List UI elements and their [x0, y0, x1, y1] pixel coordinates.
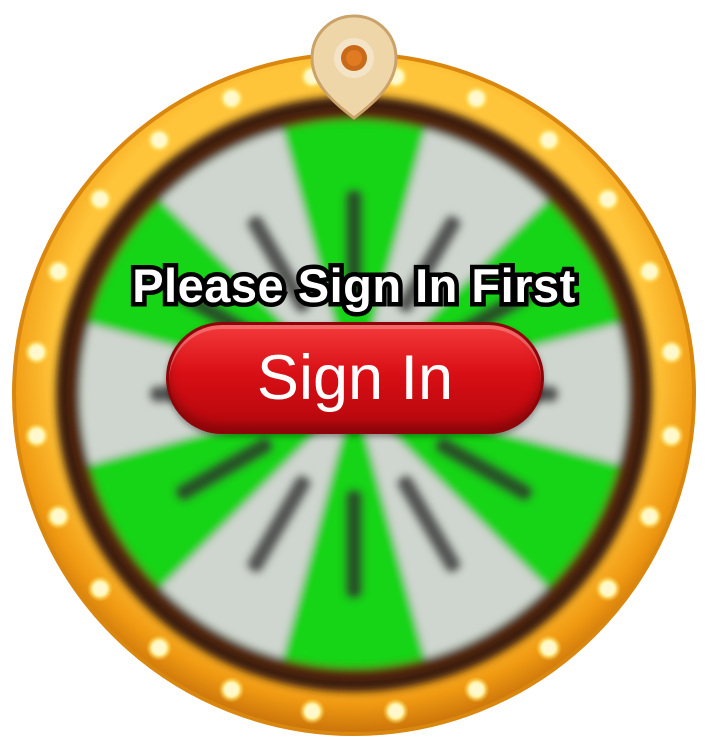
rim-bulb-core	[665, 429, 678, 442]
rim-bulb-core	[389, 705, 402, 718]
rim-bulb-core	[542, 641, 555, 654]
rim-bulb-core	[153, 641, 166, 654]
rim-bulb-core	[225, 683, 238, 696]
rim-bulb-core	[542, 134, 555, 147]
prize-wheel: Please Sign In First Sign In	[0, 0, 708, 736]
rim-bulb-core	[30, 429, 43, 442]
rim-bulb-core	[30, 346, 43, 359]
rim-bulb-core	[470, 92, 483, 105]
rim-bulb-core	[225, 92, 238, 105]
rim-bulb-core	[601, 582, 614, 595]
sign-in-prompt: Please Sign In First	[128, 255, 580, 317]
rim-bulb-core	[52, 510, 65, 523]
rim-bulb-core	[94, 582, 107, 595]
rim-bulb-core	[94, 193, 107, 206]
sign-in-button[interactable]: Sign In	[166, 322, 544, 434]
rim-bulb-core	[665, 346, 678, 359]
segment-label	[345, 489, 363, 599]
rim-bulb-core	[306, 705, 319, 718]
rim-bulb-core	[153, 134, 166, 147]
rim-bulb-core	[470, 683, 483, 696]
rim-bulb-core	[643, 510, 656, 523]
rim-bulb-core	[601, 193, 614, 206]
